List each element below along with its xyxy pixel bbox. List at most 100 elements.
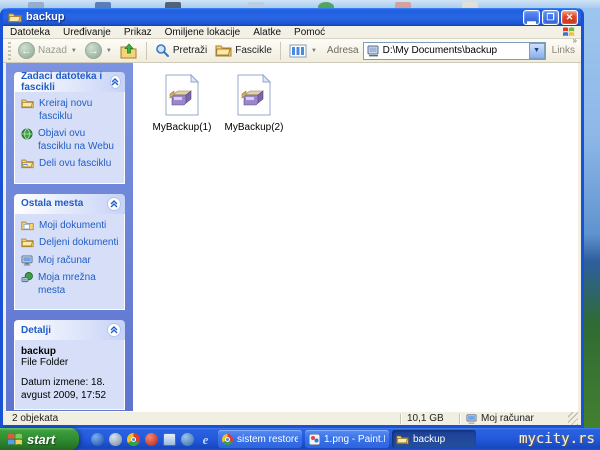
menu-uredjivanje[interactable]: Uređivanje <box>63 27 111 38</box>
network-places-icon <box>21 272 33 283</box>
details-header[interactable]: Detalji <box>14 320 125 340</box>
window-title: backup <box>26 11 65 23</box>
forward-icon: → <box>84 42 102 59</box>
start-label: start <box>27 431 56 447</box>
file-mybackup1[interactable]: MyBackup(1) <box>149 74 215 133</box>
details-modified-date: Datum izmene: 18. avgust 2009, 17:52 <box>21 377 107 401</box>
status-zone-label: Moj računar <box>481 413 534 424</box>
mail-icon[interactable] <box>163 432 176 446</box>
messenger-icon[interactable] <box>109 432 122 446</box>
views-button[interactable]: ▼ <box>285 42 321 60</box>
collapse-chevron-icon[interactable] <box>109 75 121 89</box>
address-value: D:\My Documents\backup <box>382 45 498 56</box>
place-my-computer[interactable]: Moj računar <box>21 255 120 268</box>
file-name: MyBackup(2) <box>224 122 284 133</box>
panel-title: Zadaci datoteka i fascikli <box>21 71 103 93</box>
toolbar-separator <box>145 41 147 60</box>
search-button[interactable]: Pretraži <box>151 41 211 60</box>
task-pane: Zadaci datoteka i fascikli Kreiraj novu … <box>6 63 133 411</box>
place-network-places[interactable]: Moja mrežna mesta <box>21 272 120 297</box>
back-icon: ← <box>18 42 35 59</box>
collapse-chevron-icon[interactable] <box>107 196 121 211</box>
my-computer-icon <box>21 254 33 266</box>
taskbar-button-paintnet[interactable]: 1.png - Paint.NET v3.36 <box>305 430 389 448</box>
toolbar: ← Nazad ▼ → ▼ Pretraži Fascikle ▼ Adresa… <box>3 36 581 63</box>
quick-launch-bar: e <box>91 432 212 446</box>
menu-omiljene-lokacije[interactable]: Omiljene lokacije <box>165 27 241 38</box>
collapse-chevron-icon[interactable] <box>107 323 121 337</box>
watermark: mycity.rs <box>519 431 595 447</box>
forward-dropdown-icon[interactable]: ▼ <box>106 48 112 54</box>
file-name: MyBackup(1) <box>152 122 212 133</box>
menu-prikaz[interactable]: Prikaz <box>124 27 152 38</box>
details-folder-name: backup <box>21 346 57 357</box>
app-icon[interactable] <box>181 432 194 446</box>
views-dropdown-icon[interactable]: ▼ <box>311 48 317 54</box>
window-content: Zadaci datoteka i fascikli Kreiraj novu … <box>6 63 578 411</box>
file-list-area[interactable]: MyBackup(1) MyBackup(2) <box>133 63 578 411</box>
toolbar-separator <box>279 41 281 60</box>
task-share-folder[interactable]: Deli ovu fasciklu <box>21 158 120 171</box>
drive-icon <box>367 45 380 57</box>
menu-pomoc[interactable]: Pomoć <box>294 27 325 38</box>
backup-file-icon <box>164 74 200 116</box>
toolbar-grip[interactable] <box>8 41 11 60</box>
status-object-count: 2 objekata <box>12 413 59 424</box>
menu-alatke[interactable]: Alatke <box>253 27 281 38</box>
internet-explorer-icon[interactable]: e <box>199 433 212 446</box>
menu-datoteka[interactable]: Datoteka <box>10 27 50 38</box>
resize-grip[interactable] <box>568 412 578 425</box>
folder-icon <box>396 434 409 445</box>
title-bar[interactable]: backup ▬ ❐ ✕ <box>3 8 581 26</box>
file-tasks-header[interactable]: Zadaci datoteka i fascikli <box>14 71 125 93</box>
taskbar-button-sistem-restore[interactable]: sistem restore ne radi... <box>218 430 302 448</box>
start-button[interactable]: start <box>0 428 79 450</box>
minimize-button[interactable]: ▬ <box>523 9 540 25</box>
address-input[interactable]: D:\My Documents\backup ▼ <box>362 41 546 60</box>
chrome-icon[interactable] <box>127 432 140 446</box>
desktop-top-strip <box>0 0 600 8</box>
details-panel: Detalji backup File Folder Datum izmene:… <box>14 320 125 410</box>
file-tasks-panel: Zadaci datoteka i fascikli Kreiraj novu … <box>14 71 125 184</box>
menu-bar: Datoteka Uređivanje Prikaz Omiljene loka… <box>3 26 581 39</box>
other-places-panel: Ostala mesta Moji dokumenti Deljeni doku… <box>14 193 125 310</box>
share-folder-icon <box>21 158 34 169</box>
up-folder-icon <box>120 42 138 59</box>
chrome-icon <box>222 433 233 445</box>
status-zone: Moj računar <box>460 412 568 425</box>
place-shared-documents[interactable]: Deljeni dokumenti <box>21 237 120 250</box>
folders-button[interactable]: Fascikle <box>211 42 276 59</box>
back-button[interactable]: ← Nazad ▼ <box>14 40 81 61</box>
details-folder-type: File Folder <box>21 357 69 368</box>
up-button[interactable] <box>116 41 142 61</box>
taskbar: start e sistem restore ne radi... <box>0 428 600 450</box>
task-create-folder[interactable]: Kreiraj novu fasciklu <box>21 98 120 123</box>
address-label: Adresa <box>326 45 359 56</box>
maximize-button[interactable]: ❐ <box>542 9 559 25</box>
taskbar-button-backup[interactable]: backup <box>392 430 476 448</box>
chevron-right-icon[interactable]: » <box>573 36 577 45</box>
other-places-header[interactable]: Ostala mesta <box>14 193 125 214</box>
browser-icon[interactable] <box>91 432 104 446</box>
task-publish-web[interactable]: Objavi ovu fasciklu na Webu <box>21 128 120 153</box>
links-toolbar[interactable]: » Links <box>552 36 577 56</box>
file-mybackup2[interactable]: MyBackup(2) <box>221 74 287 133</box>
shared-documents-icon <box>21 237 34 248</box>
publish-web-icon <box>21 128 33 140</box>
panel-title: Ostala mesta <box>21 198 84 209</box>
panel-title: Detalji <box>21 324 52 336</box>
new-folder-icon <box>21 98 34 109</box>
folder-open-icon <box>8 11 22 23</box>
status-bar: 2 objekata 10,1 GB Moj računar <box>6 411 578 425</box>
forward-button[interactable]: → ▼ <box>81 40 116 61</box>
my-computer-icon <box>466 413 477 424</box>
back-dropdown-icon[interactable]: ▼ <box>71 48 77 54</box>
search-icon <box>155 43 170 58</box>
opera-icon[interactable] <box>145 432 158 446</box>
place-my-documents[interactable]: Moji dokumenti <box>21 220 120 233</box>
close-button[interactable]: ✕ <box>561 9 578 25</box>
my-documents-icon <box>21 220 34 231</box>
explorer-window: backup ▬ ❐ ✕ Datoteka Uređivanje Prikaz … <box>0 8 584 428</box>
address-dropdown-button[interactable]: ▼ <box>528 42 545 59</box>
paintnet-icon <box>309 433 320 445</box>
